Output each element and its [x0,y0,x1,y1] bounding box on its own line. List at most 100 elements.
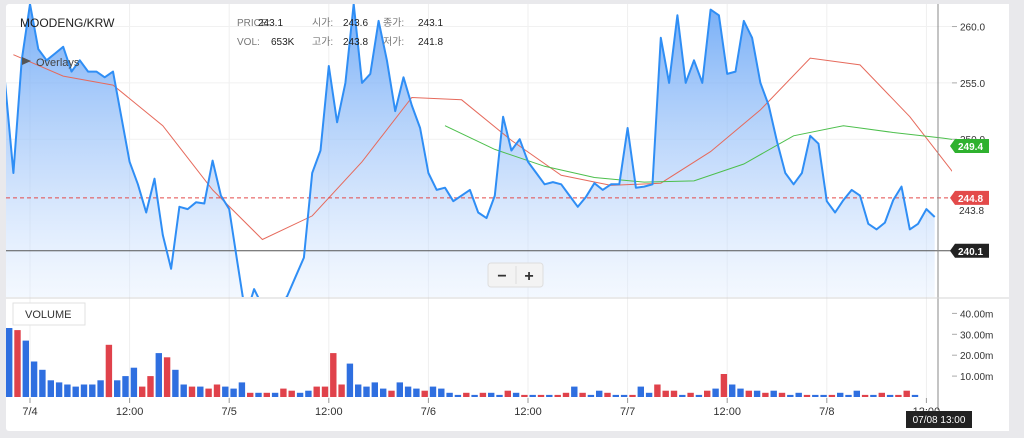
volume-bar [820,394,827,397]
volume-tick-label: 30.00m [960,330,993,341]
volume-tick-label: 10.00m [960,372,993,383]
last-price-badge-text: 244.8 [958,194,983,205]
time-tick-label: 7/4 [22,406,37,418]
volume-bar [604,392,611,397]
volume-bar [22,340,29,397]
volume-bar [861,394,869,397]
volume-bar [288,390,295,397]
volume-bar [396,382,403,397]
overlays-label: Overlays [36,57,80,69]
volume-bar [346,363,354,397]
volume-bar [770,390,777,397]
open-value: 243.6 [343,18,368,29]
volume-bar [512,392,520,397]
volume-bar [612,394,619,397]
last-price-badge: 244.8 [950,190,989,205]
volume-bar [172,369,179,397]
volume-bar [886,394,894,397]
volume-bar [355,384,362,397]
volume-bar [679,394,686,397]
volume-bar [895,394,902,397]
volume-bar [911,394,919,397]
volume-bar [471,394,478,397]
volume-bar [629,394,636,397]
volume-bar [429,386,437,397]
volume-bar [737,388,744,397]
volume-bar [521,394,528,397]
price-tick-label: 255.0 [960,79,985,90]
volume-bar [812,394,819,397]
volume-bar [130,367,138,397]
volume-bar [155,353,162,397]
volume-bar [263,392,270,397]
volume-bar [853,390,860,397]
volume-bar [197,386,204,397]
time-tick-label: 12:00 [713,406,741,418]
volume-bar [163,357,171,397]
time-tick-label: 7/5 [222,406,237,418]
current-price-label: 243.8 [959,206,984,217]
time-tick-label: 7/6 [421,406,436,418]
volume-bar [753,390,761,397]
vol-label: VOL: [237,37,260,48]
zoom-in-button[interactable]: + [524,268,533,285]
volume-bar [6,328,13,397]
zoom-out-button[interactable]: − [497,268,506,285]
volume-bar [247,392,254,397]
volume-bar [388,390,395,397]
volume-bar [30,361,38,397]
high-value: 243.8 [343,37,368,48]
volume-bar [637,386,644,397]
volume-bar [255,392,262,397]
high-label: 고가: [312,36,333,48]
volume-bar [55,382,63,397]
volume-bar [413,388,420,397]
volume-bar [579,392,586,397]
volume-bar [180,384,187,397]
vol-value: 653K [271,37,295,48]
symbol-title: MOODENG/KRW [20,16,115,30]
volume-bar [488,392,495,397]
volume-bar [704,390,711,397]
time-tick-label: 12:00 [116,406,144,418]
volume-bar [504,390,511,397]
volume-bar [537,394,545,397]
volume-bar [280,388,287,397]
volume-bar [404,386,412,397]
price-tick-label: 260.0 [960,23,985,34]
volume-bar [80,384,88,397]
volume-bar [114,380,121,397]
volume-bar [745,390,752,397]
price-value: 243.1 [258,18,283,29]
volume-bar [305,390,312,397]
volume-bar [662,390,669,397]
volume-bar [321,386,329,397]
volume-bar [587,394,595,397]
volume-bar [438,388,445,397]
volume-bar [47,380,54,397]
zoom-controls: − + [487,262,544,288]
volume-bar [762,392,769,397]
volume-bar [729,384,736,397]
volume-bar [454,394,462,397]
volume-bar [39,369,46,397]
volume-bar [828,394,836,397]
volume-bar [380,388,387,397]
low-value: 241.8 [418,37,443,48]
volume-bar [496,394,503,397]
volume-bar [687,392,694,397]
volume-bar [105,344,113,398]
volume-tick-label: 40.00m [960,309,993,320]
volume-bar [554,394,561,397]
volume-bar [837,392,844,397]
volume-bar [845,394,852,397]
time-tick-label: 12:00 [514,406,542,418]
chart-window: MOODENG/KRW Overlays PRICE: 243.1 시가: 24… [0,0,1024,433]
volume-bar [529,394,536,397]
crosshair-time-text: 07/08 13:00 [913,415,966,426]
volume-bar [670,390,678,397]
volume-bar [338,384,345,397]
price-chart[interactable]: MOODENG/KRW Overlays PRICE: 243.1 시가: 24… [0,0,1024,433]
volume-bar [188,386,196,397]
volume-bar [222,386,229,397]
